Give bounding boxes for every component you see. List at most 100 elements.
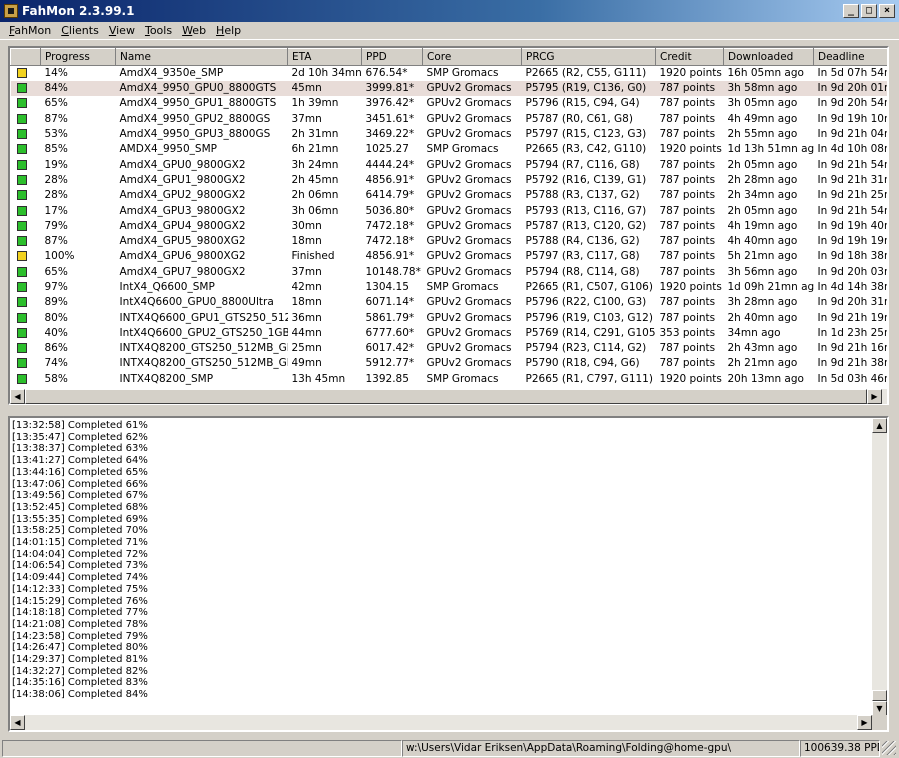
cell-name: AmdX4_GPU0_9800GX2 [119,158,246,171]
log-scroll-right-arrow-icon[interactable]: ▶ [857,715,872,730]
menu-help[interactable]: Help [211,24,246,37]
cell-credit: 353 points [659,326,716,339]
cell-eta: 36mn [291,311,322,324]
cell-eta: 2h 45mn [291,173,339,186]
status-cell [11,127,41,142]
scroll-left-arrow-icon[interactable]: ◀ [10,389,25,404]
cell-ppd: 4856.91* [365,250,415,263]
table-row[interactable]: 14% AmdX4_9350e_SMP 2d 10h 34mn 676.54* SMP … [11,66,887,82]
cell-core: GPUv2 Gromacs [426,311,512,324]
table-row[interactable]: 19% AmdX4_GPU0_9800GX2 3h 24mn 4444.24* GPUv… [11,157,887,172]
title-bar[interactable]: FahMon 2.3.99.1 _ □ × [0,0,899,22]
grid-scroll-thumb[interactable] [25,389,867,404]
cell-deadline: In 9d 19h 40mn [817,219,888,232]
status-cell [11,249,41,264]
log-horizontal-scrollbar[interactable]: ◀ ▶ [10,715,887,730]
column-header-core[interactable]: Core [422,48,522,66]
menu-tools[interactable]: Tools [140,24,177,37]
minimize-button[interactable]: _ [843,4,859,18]
scroll-right-arrow-icon[interactable]: ▶ [867,389,882,404]
cell-name: AmdX4_GPU1_9800GX2 [119,173,246,186]
log-scroll-thumb[interactable] [872,690,887,701]
scroll-up-arrow-icon[interactable]: ▲ [872,418,887,433]
table-row[interactable]: 87% AmdX4_GPU5_9800XG2 18mn 7472.18* GPUv2 G… [11,234,887,249]
cell-downloaded: 5h 21mn ago [727,250,798,263]
cell-prcg: P2665 (R3, C42, G110) [525,143,647,156]
cell-progress: 86% [44,342,68,355]
table-row[interactable]: 87% AmdX4_9950_GPU2_8800GS 37mn 3451.61* GPU… [11,112,887,127]
column-header-progress[interactable]: Progress [40,48,116,66]
table-row[interactable]: 84% AmdX4_9950_GPU0_8800GTS 45mn 3999.81* GP… [10,81,887,97]
cell-name: AmdX4_GPU7_9800GX2 [119,265,246,278]
cell-downloaded: 3h 28mn ago [727,296,798,309]
maximize-button[interactable]: □ [861,4,877,18]
cell-core: GPUv2 Gromacs [426,204,512,217]
table-row[interactable]: 86% INTX4Q8200_GTS250_512MB_GPU025mn 6017.… [11,341,887,356]
table-row[interactable]: 53% AmdX4_9950_GPU3_8800GS 2h 31mn 3469.22*… [11,127,887,142]
cell-eta: 44mn [291,326,322,339]
status-green-icon [16,174,27,185]
clients-grid[interactable]: Progress Name ETA PPD Core PRCG Credit Download… [8,46,889,405]
cell-deadline: In 9d 20h 01mn [813,81,887,97]
log-line: [14:38:06] Completed 84% [12,689,148,701]
column-header-deadline[interactable]: Deadline [813,48,887,66]
menu-clients[interactable]: Clients [56,24,104,37]
close-button[interactable]: × [879,4,895,18]
resize-grip-icon[interactable] [882,741,896,755]
table-row[interactable]: 97% IntX4_Q6600_SMP 42mn 1304.15 SMP Gromacs… [11,280,887,295]
status-cell [11,326,41,341]
column-header-credit[interactable]: Credit [655,48,724,66]
cell-prcg: P2665 (R2, C55, G111) [525,67,647,79]
menu-view[interactable]: View [104,24,140,37]
scroll-down-arrow-icon[interactable]: ▼ [872,701,887,716]
cell-progress: 65% [44,265,68,278]
table-row[interactable]: 17% AmdX4_GPU3_9800GX2 3h 06mn 5036.80* GPUv… [11,203,887,218]
log-line: [13:49:56] Completed 67% [12,490,148,502]
menu-fahmon[interactable]: FahMon [4,24,56,37]
status-yellow-icon [16,251,27,262]
table-row[interactable]: 28% AmdX4_GPU1_9800GX2 2h 45mn 4856.91* GPUv… [11,173,887,188]
log-line: [14:35:16] Completed 83% [12,677,148,689]
table-row[interactable]: 79% AmdX4_GPU4_9800GX2 30mn 7472.18* GPUv2 G… [11,219,888,234]
log-line: [14:32:27] Completed 82% [12,665,148,677]
column-header-name[interactable]: Name [115,48,288,66]
status-green-icon [16,98,27,109]
table-row[interactable]: 58% INTX4Q8200_SMP 13h 45mn 1392.85 SMP Grom… [11,372,887,387]
cell-ppd: 1392.85 [365,372,409,385]
cell-prcg: P5796 (R15, C94, G4) [525,97,640,110]
cell-eta: 2h 06mn [291,189,339,202]
cell-progress: 14% [44,67,68,79]
log-panel[interactable]: [13:32:58] Completed 61% [13:35:47] Compl… [8,416,889,732]
column-header-status[interactable] [10,48,41,66]
status-green-icon [16,190,27,201]
table-row[interactable]: 74% INTX4Q8200_GTS250_512MB_GPU149mn 5912.… [11,356,887,371]
table-row[interactable]: 65% AmdX4_GPU7_9800GX2 37mn 10148.78* GPUv2 … [11,265,887,280]
log-vertical-scrollbar[interactable]: ▲ ▼ [872,418,887,716]
table-row[interactable]: 65% AmdX4_9950_GPU1_8800GTS 1h 39mn 3976.42… [11,96,887,111]
log-scroll-left-arrow-icon[interactable]: ◀ [10,715,25,730]
cell-ppd: 7472.18* [365,219,415,232]
status-bar: w:\Users\Vidar Eriksen\AppData\Roaming\F… [0,738,899,758]
column-header-downloaded[interactable]: Downloaded [723,48,814,66]
table-row[interactable]: 40% IntX4Q6600_GPU2_GTS250_1GB 44mn 6777.60… [11,326,887,341]
table-row[interactable]: 100% AmdX4_GPU6_9800XG2 Finished 4856.91* GP… [11,249,887,264]
column-header-eta[interactable]: ETA [287,48,362,66]
cell-credit: 787 points [659,235,716,248]
cell-ppd: 4856.91* [365,173,415,186]
fahmon-app-icon[interactable] [4,4,18,18]
menu-web[interactable]: Web [177,24,211,37]
grid-horizontal-scrollbar[interactable]: ◀ ▶ [10,389,887,404]
cell-core: GPUv2 Gromacs [422,81,522,97]
cell-downloaded: 4h 19mn ago [727,219,798,232]
cell-credit: 787 points [659,357,716,370]
cell-prcg: P5788 (R3, C137, G2) [525,189,640,202]
table-row[interactable]: 80% INTX4Q6600_GPU1_GTS250_512MB36mn 5861.… [11,310,887,325]
column-header-prcg[interactable]: PRCG [521,48,656,66]
table-row[interactable]: 85% AMDX4_9950_SMP 6h 21mn 1025.27 SMP Groma… [11,142,887,157]
table-row[interactable]: 28% AmdX4_GPU2_9800GX2 2h 06mn 6414.79* GPUv… [11,188,887,203]
column-header-ppd[interactable]: PPD [361,48,423,66]
cell-name: AmdX4_9950_GPU2_8800GS [119,112,271,125]
table-row[interactable]: 89% IntX4Q6600_GPU0_8800Ultra 18mn 6071.14*… [11,295,887,310]
cell-name: INTX4Q8200_GTS250_512MB_GPU0 [119,342,288,355]
cell-name: AmdX4_9950_GPU3_8800GS [119,128,271,141]
